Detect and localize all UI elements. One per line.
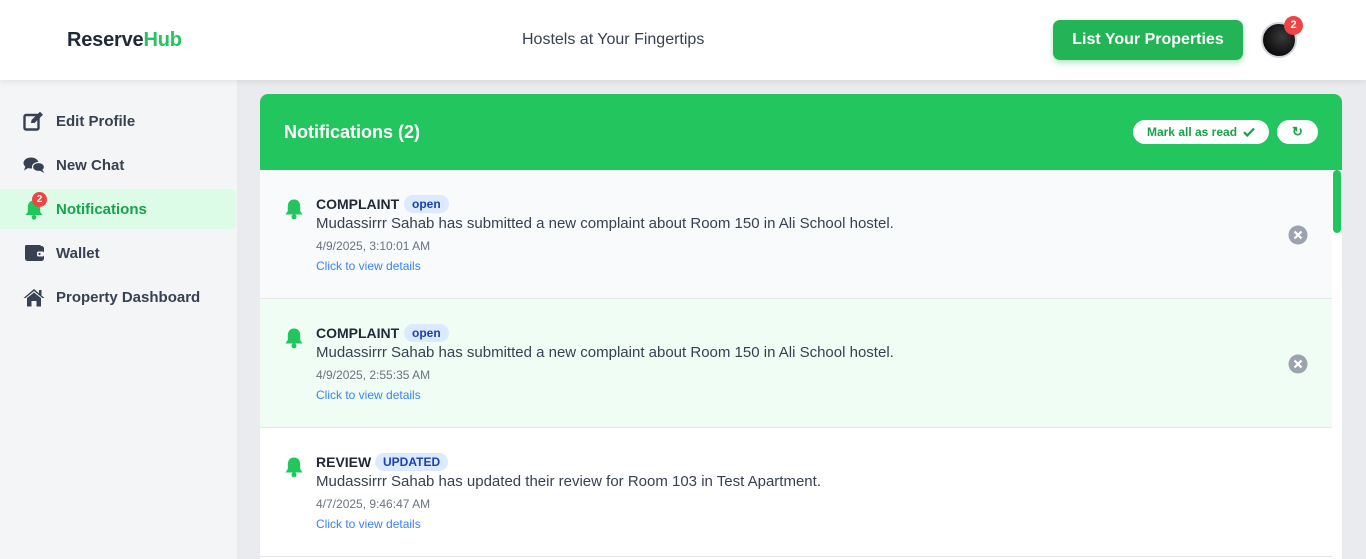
notification-item[interactable]: REVIEW UPDATED Mudassirrr Sahab has upda… xyxy=(260,428,1332,557)
sidebar-item-label: Notifications xyxy=(56,200,147,218)
bell-icon xyxy=(285,328,303,349)
header-tagline: Hostels at Your Fingertips xyxy=(522,31,705,48)
bell-icon xyxy=(285,199,303,220)
notifications-panel-header: Notifications (2) Mark all as read ↻ xyxy=(260,94,1342,170)
view-details-link[interactable]: Click to view details xyxy=(316,517,421,531)
checkmark-icon xyxy=(1243,127,1255,137)
notifications-title: Notifications (2) xyxy=(284,122,421,142)
dismiss-notification-icon[interactable] xyxy=(1288,354,1308,374)
notifications-count-badge: 2 xyxy=(32,192,47,207)
sidebar-item-new-chat[interactable]: New Chat xyxy=(0,145,236,185)
notification-timestamp: 4/7/2025, 9:46:47 AM xyxy=(316,497,431,511)
refresh-button[interactable]: ↻ xyxy=(1277,120,1318,144)
view-details-link[interactable]: Click to view details xyxy=(316,388,421,402)
notification-timestamp: 4/9/2025, 3:10:01 AM xyxy=(316,239,431,253)
mark-all-read-label: Mark all as read xyxy=(1146,125,1238,139)
bell-icon xyxy=(285,457,303,478)
notification-type: REVIEW xyxy=(316,454,372,470)
sidebar-item-wallet[interactable]: Wallet xyxy=(0,233,236,273)
view-details-link[interactable]: Click to view details xyxy=(316,259,421,273)
sidebar-item-label: Wallet xyxy=(56,244,100,262)
status-badge: open xyxy=(404,195,449,213)
notification-type: COMPLAINT xyxy=(316,325,400,341)
edit-icon xyxy=(23,110,45,132)
home-icon xyxy=(23,286,45,308)
notifications-panel: Notifications (2) Mark all as read ↻ COM… xyxy=(260,94,1342,559)
sidebar-item-label: Edit Profile xyxy=(56,112,136,130)
notification-message: Mudassirrr Sahab has updated their revie… xyxy=(316,473,821,490)
status-badge: UPDATED xyxy=(375,453,449,471)
top-header: ReserveHub Hostels at Your Fingertips Li… xyxy=(0,0,1366,80)
notification-timestamp: 4/9/2025, 2:55:35 AM xyxy=(316,368,431,382)
status-badge: open xyxy=(404,324,449,342)
notification-item[interactable]: COMPLAINT open Mudassirrr Sahab has subm… xyxy=(260,170,1332,299)
avatar-notification-badge: 2 xyxy=(1284,16,1303,35)
list-properties-button[interactable]: List Your Properties xyxy=(1053,20,1243,60)
logo[interactable]: ReserveHub xyxy=(67,29,182,52)
notification-type: COMPLAINT xyxy=(316,196,400,212)
chat-icon xyxy=(23,154,45,176)
logo-text-accent: Hub xyxy=(143,29,182,51)
sidebar-item-label: New Chat xyxy=(56,156,125,174)
bell-icon: 2 xyxy=(23,192,47,220)
dismiss-notification-icon[interactable] xyxy=(1288,225,1308,245)
notifications-list: COMPLAINT open Mudassirrr Sahab has subm… xyxy=(260,170,1332,559)
sidebar-item-edit-profile[interactable]: Edit Profile xyxy=(0,101,236,141)
logo-text-primary: Reserve xyxy=(67,29,144,51)
sidebar-item-property-dashboard[interactable]: Property Dashboard xyxy=(0,277,236,317)
scrollbar-thumb[interactable] xyxy=(1333,170,1341,233)
notification-message: Mudassirrr Sahab has submitted a new com… xyxy=(316,215,894,232)
mark-all-read-button[interactable]: Mark all as read xyxy=(1133,120,1269,144)
sidebar-item-notifications[interactable]: 2 Notifications xyxy=(0,189,236,229)
notification-item[interactable]: COMPLAINT open Mudassirrr Sahab has subm… xyxy=(260,299,1332,428)
wallet-icon xyxy=(23,242,45,264)
refresh-icon: ↻ xyxy=(1292,124,1303,139)
notification-message: Mudassirrr Sahab has submitted a new com… xyxy=(316,344,894,361)
sidebar-item-label: Property Dashboard xyxy=(56,288,201,306)
sidebar: Edit Profile New Chat 2 Notifications Wa… xyxy=(0,80,237,559)
